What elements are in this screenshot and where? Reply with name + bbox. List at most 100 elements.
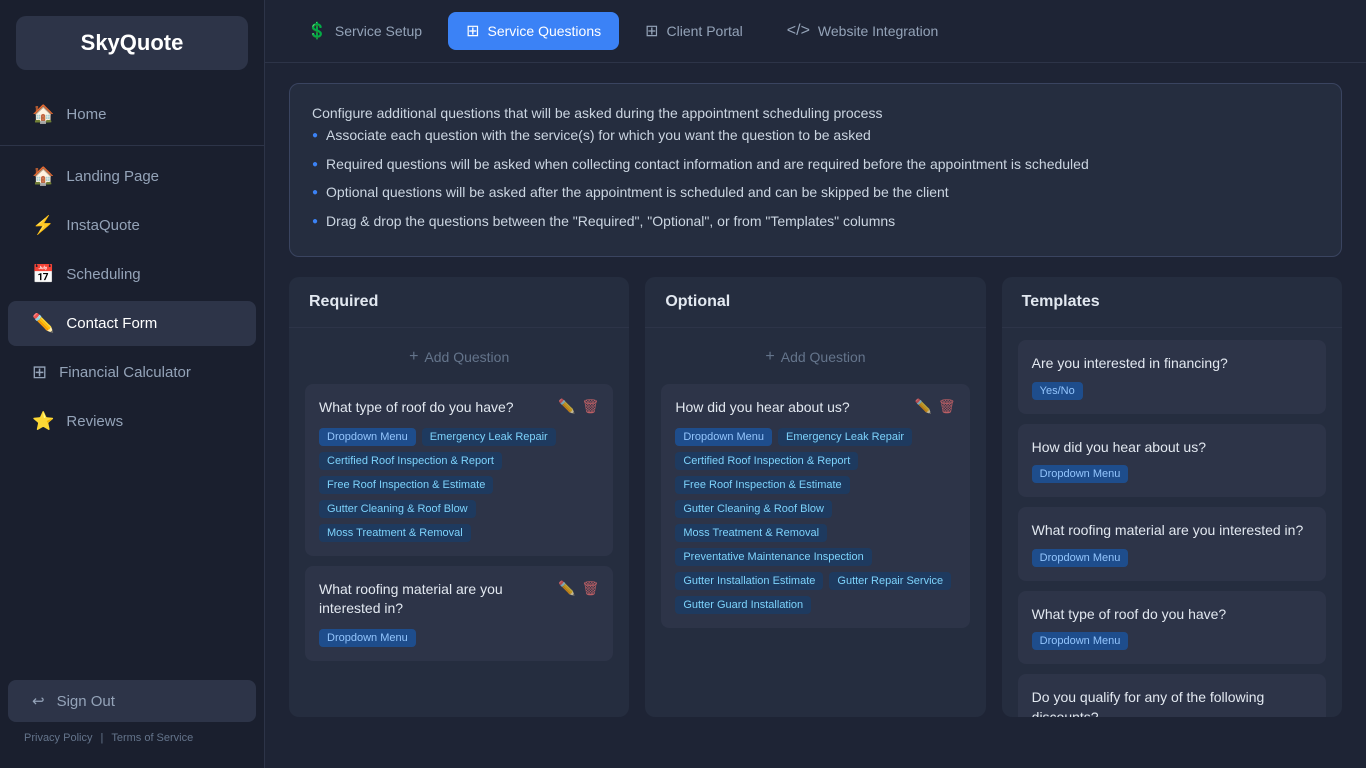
edit-button-opt[interactable]: ✏️ — [914, 398, 931, 415]
sign-out-label: Sign Out — [57, 693, 115, 710]
template-title-3: What roofing material are you interested… — [1032, 521, 1312, 541]
terms-of-service-link[interactable]: Terms of Service — [111, 732, 193, 744]
opt-service-tag-3: Free Roof Inspection & Estimate — [675, 476, 849, 494]
template-card-1[interactable]: Are you interested in financing? Yes/No — [1018, 340, 1326, 414]
template-tags-2: Dropdown Menu — [1032, 465, 1312, 483]
required-question-card-1: What type of roof do you have? ✏️ 🗑 Drop… — [305, 384, 613, 556]
add-icon-optional: + — [765, 348, 774, 366]
templates-column: Templates Are you interested in financin… — [1002, 277, 1342, 717]
scheduling-icon: 📅 — [32, 264, 54, 285]
service-tag-1: Emergency Leak Repair — [422, 428, 556, 446]
app-logo: SkyQuote — [16, 16, 248, 70]
top-navigation: 💲 Service Setup ⊞ Service Questions ⊞ Cl… — [265, 0, 1366, 63]
sidebar-item-label: InstaQuote — [66, 217, 139, 234]
opt-service-tag-6: Preventative Maintenance Inspection — [675, 548, 871, 566]
question-columns: Required + Add Question What type of roo… — [289, 277, 1342, 768]
question-title: What type of roof do you have? — [319, 398, 558, 418]
home-icon: 🏠 — [32, 104, 54, 125]
page-content: Configure additional questions that will… — [265, 63, 1366, 768]
edit-button[interactable]: ✏️ — [558, 398, 575, 415]
edit-button-2[interactable]: ✏️ — [558, 580, 575, 597]
main-content: 💲 Service Setup ⊞ Service Questions ⊞ Cl… — [265, 0, 1366, 768]
delete-button[interactable]: 🗑 — [582, 398, 600, 415]
sidebar-bottom: ↩ Sign Out Privacy Policy | Terms of Ser… — [0, 680, 264, 752]
card-actions-2: ✏️ 🗑 — [558, 580, 599, 597]
info-bullet-1: Associate each question with the service… — [312, 124, 1319, 146]
optional-column-header: Optional — [645, 277, 985, 328]
required-question-card-2: What roofing material are you interested… — [305, 566, 613, 661]
sidebar-item-label: Landing Page — [66, 168, 159, 185]
template-tags-1: Yes/No — [1032, 382, 1312, 400]
tab-website-integration[interactable]: </> Website Integration — [769, 13, 957, 49]
tab-service-setup[interactable]: 💲 Service Setup — [289, 12, 440, 50]
add-optional-question-button[interactable]: + Add Question — [661, 340, 969, 374]
tab-service-setup-label: Service Setup — [335, 23, 422, 39]
service-tag-2: Certified Roof Inspection & Report — [319, 452, 502, 470]
tab-website-integration-label: Website Integration — [818, 23, 938, 39]
info-bullet-2: Required questions will be asked when co… — [312, 153, 1319, 175]
instaquote-icon: ⚡ — [32, 215, 54, 236]
template-card-3[interactable]: What roofing material are you interested… — [1018, 507, 1326, 581]
client-portal-icon: ⊞ — [645, 21, 658, 41]
required-column-header: Required — [289, 277, 629, 328]
sidebar-item-label: Reviews — [66, 413, 123, 430]
add-required-label: Add Question — [424, 349, 509, 365]
sidebar-divider — [0, 145, 264, 146]
tags-container-2: Dropdown Menu — [319, 629, 599, 647]
tab-client-portal[interactable]: ⊞ Client Portal — [627, 12, 761, 50]
add-optional-label: Add Question — [781, 349, 866, 365]
sidebar-item-reviews[interactable]: ⭐ Reviews — [8, 399, 256, 444]
required-column-body: + Add Question What type of roof do you … — [289, 328, 629, 717]
sign-out-button[interactable]: ↩ Sign Out — [8, 680, 256, 722]
service-tag-4: Gutter Cleaning & Roof Blow — [319, 500, 476, 518]
optional-column: Optional + Add Question How did you hear… — [645, 277, 985, 717]
tags-container: Dropdown Menu Emergency Leak Repair Cert… — [319, 428, 599, 542]
info-bullet-3: Optional questions will be asked after t… — [312, 181, 1319, 203]
sidebar-footer: Privacy Policy | Terms of Service — [8, 722, 256, 744]
template-title-5: Do you qualify for any of the following … — [1032, 688, 1312, 717]
template-card-4[interactable]: What type of roof do you have? Dropdown … — [1018, 591, 1326, 665]
info-intro: Configure additional questions that will… — [312, 102, 1319, 124]
info-bullet-4: Drag & drop the questions between the "R… — [312, 210, 1319, 232]
info-box: Configure additional questions that will… — [289, 83, 1342, 257]
reviews-icon: ⭐ — [32, 411, 54, 432]
templates-column-body: Are you interested in financing? Yes/No … — [1002, 328, 1342, 717]
add-required-question-button[interactable]: + Add Question — [305, 340, 613, 374]
sidebar-item-contact-form[interactable]: ✏️ Contact Form — [8, 301, 256, 346]
template-title-2: How did you hear about us? — [1032, 438, 1312, 458]
type-tag-2: Dropdown Menu — [319, 629, 416, 647]
question-title-2: What roofing material are you interested… — [319, 580, 558, 619]
tab-service-questions[interactable]: ⊞ Service Questions — [448, 12, 619, 50]
delete-button-opt[interactable]: 🗑 — [938, 398, 956, 415]
template-tags-4: Dropdown Menu — [1032, 632, 1312, 650]
privacy-policy-link[interactable]: Privacy Policy — [24, 732, 92, 744]
opt-service-tag-9: Gutter Guard Installation — [675, 596, 811, 614]
service-tag-5: Moss Treatment & Removal — [319, 524, 471, 542]
template-card-2[interactable]: How did you hear about us? Dropdown Menu — [1018, 424, 1326, 498]
footer-separator: | — [100, 732, 103, 744]
optional-tags-container: Dropdown Menu Emergency Leak Repair Cert… — [675, 428, 955, 614]
optional-card-header: How did you hear about us? ✏️ 🗑 — [675, 398, 955, 418]
opt-service-tag-8: Gutter Repair Service — [829, 572, 951, 590]
opt-service-tag-2: Certified Roof Inspection & Report — [675, 452, 858, 470]
sidebar-item-financial-calculator[interactable]: ⊞ Financial Calculator — [8, 350, 256, 395]
sidebar-item-label: Home — [66, 106, 106, 123]
optional-column-body: + Add Question How did you hear about us… — [645, 328, 985, 717]
sidebar-item-label: Scheduling — [66, 266, 140, 283]
optional-question-card-1: How did you hear about us? ✏️ 🗑 Dropdown… — [661, 384, 969, 628]
type-tag: Dropdown Menu — [319, 428, 416, 446]
template-tag-2: Dropdown Menu — [1032, 465, 1129, 483]
service-tag-3: Free Roof Inspection & Estimate — [319, 476, 493, 494]
sidebar-item-scheduling[interactable]: 📅 Scheduling — [8, 252, 256, 297]
template-tag-1: Yes/No — [1032, 382, 1083, 400]
sidebar-item-home[interactable]: 🏠 Home — [8, 92, 256, 137]
delete-button-2[interactable]: 🗑 — [582, 580, 600, 597]
sidebar-item-instaquote[interactable]: ⚡ InstaQuote — [8, 203, 256, 248]
opt-service-tag-4: Gutter Cleaning & Roof Blow — [675, 500, 832, 518]
template-card-5[interactable]: Do you qualify for any of the following … — [1018, 674, 1326, 717]
template-title-4: What type of roof do you have? — [1032, 605, 1312, 625]
service-questions-icon: ⊞ — [466, 21, 479, 41]
template-title-1: Are you interested in financing? — [1032, 354, 1312, 374]
sidebar-item-landing-page[interactable]: 🏠 Landing Page — [8, 154, 256, 199]
sidebar-item-label: Contact Form — [66, 315, 157, 332]
